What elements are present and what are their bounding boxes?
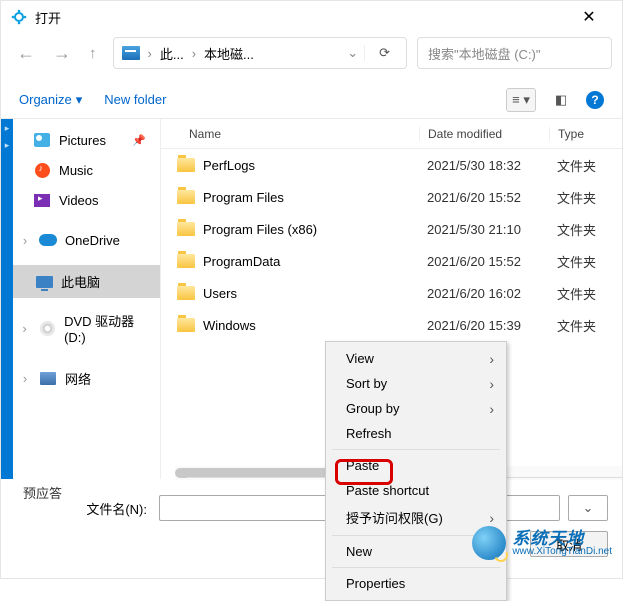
ctx-refresh[interactable]: Refresh	[328, 421, 504, 446]
sidebar-item-music[interactable]: Music	[13, 155, 160, 185]
ctx-group-by[interactable]: Group by	[328, 396, 504, 421]
file-list: PerfLogs2021/5/30 18:32文件夹Program Files2…	[161, 149, 622, 341]
sidebar-item-network[interactable]: 网络	[13, 362, 160, 395]
drive-icon	[122, 46, 140, 60]
folder-icon	[177, 222, 195, 236]
column-date[interactable]: Date modified	[419, 127, 549, 141]
table-row[interactable]: PerfLogs 2021/5/30 18:32文件夹	[161, 149, 622, 181]
file-date: 2021/6/20 15:39	[419, 318, 549, 333]
forward-button[interactable]: →	[53, 43, 71, 64]
toolbar: Organize ▾ New folder ≡ ▾ ◧ ?	[1, 81, 622, 119]
file-type: 文件夹	[549, 220, 622, 239]
table-row[interactable]: Users 2021/6/20 16:02文件夹	[161, 277, 622, 309]
column-name[interactable]: Name	[161, 127, 419, 141]
file-date: 2021/6/20 16:02	[419, 286, 549, 301]
refresh-icon[interactable]: ⟳	[371, 45, 398, 61]
ctx-paste-shortcut[interactable]: Paste shortcut	[328, 478, 504, 503]
folder-icon	[177, 286, 195, 300]
watermark-title: 系统天地	[512, 530, 612, 547]
cloud-icon	[39, 234, 57, 246]
sidebar-item-onedrive[interactable]: OneDrive	[13, 225, 160, 255]
file-name: Users	[203, 286, 237, 301]
breadcrumb[interactable]: › 此... › 本地磁... ⌄ ⟳	[113, 37, 408, 69]
sidebar-item-this-pc[interactable]: 此电脑	[13, 265, 160, 298]
organize-button[interactable]: Organize ▾	[19, 92, 82, 108]
body: ▸▸ Pictures📌 Music Videos OneDrive 此电脑 D…	[1, 119, 622, 479]
navigation-bar: ← → ↑ › 此... › 本地磁... ⌄ ⟳ 搜索"本地磁盘 (C:)"	[1, 33, 622, 81]
breadcrumb-dropdown[interactable]: ⌄	[343, 45, 365, 61]
breadcrumb-part[interactable]: 此...	[160, 44, 184, 63]
dvd-icon	[40, 321, 55, 336]
file-name: Windows	[203, 318, 256, 333]
file-name: Program Files	[203, 190, 284, 205]
ctx-paste[interactable]: Paste	[328, 453, 504, 478]
chevron-right-icon[interactable]: ›	[190, 46, 198, 61]
ctx-properties[interactable]: Properties	[328, 571, 504, 596]
file-type: 文件夹	[549, 284, 622, 303]
sidebar-item-videos[interactable]: Videos	[13, 185, 160, 215]
pin-icon: 📌	[132, 134, 152, 147]
network-icon	[40, 372, 56, 385]
file-type: 文件夹	[549, 316, 622, 335]
view-list-button[interactable]: ≡ ▾	[506, 88, 536, 112]
search-input[interactable]: 搜索"本地磁盘 (C:)"	[417, 37, 612, 69]
globe-icon	[472, 526, 506, 560]
music-icon	[35, 163, 50, 178]
table-row[interactable]: Windows 2021/6/20 15:39文件夹	[161, 309, 622, 341]
table-row[interactable]: Program Files (x86) 2021/5/30 21:10文件夹	[161, 213, 622, 245]
sidebar-item-dvd[interactable]: DVD 驱动器 (D:)	[13, 304, 160, 352]
app-icon	[11, 9, 27, 25]
pictures-icon	[34, 133, 50, 147]
file-type: 文件夹	[549, 188, 622, 207]
column-type[interactable]: Type	[549, 127, 622, 141]
file-type: 文件夹	[549, 156, 622, 175]
folder-icon	[177, 158, 195, 172]
preview-pane-button[interactable]: ◧	[546, 88, 576, 112]
help-button[interactable]: ?	[586, 91, 604, 109]
nav-arrows: ← → ↑	[11, 43, 103, 64]
watermark-url: www.XiTongTianDi.net	[512, 547, 612, 557]
filename-row: 文件名(N): ⌄	[1, 495, 622, 521]
search-placeholder: 搜索"本地磁盘 (C:)"	[428, 44, 541, 63]
folder-icon	[177, 318, 195, 332]
chevron-down-icon: ▾	[76, 92, 83, 108]
separator	[332, 449, 500, 450]
file-date: 2021/5/30 18:32	[419, 158, 549, 173]
sidebar: Pictures📌 Music Videos OneDrive 此电脑 DVD …	[13, 119, 160, 479]
file-name: Program Files (x86)	[203, 222, 317, 237]
sidebar-item-pictures[interactable]: Pictures📌	[13, 125, 160, 155]
context-menu: View Sort by Group by Refresh Paste Past…	[325, 341, 507, 601]
chevron-right-icon[interactable]: ›	[146, 46, 154, 61]
bottom-label: 预应答	[23, 483, 62, 502]
folder-icon	[177, 190, 195, 204]
separator	[332, 567, 500, 568]
window-title: 打开	[35, 8, 566, 27]
file-type: 文件夹	[549, 252, 622, 271]
file-date: 2021/5/30 21:10	[419, 222, 549, 237]
close-button[interactable]: ✕	[566, 1, 612, 33]
new-folder-button[interactable]: New folder	[104, 92, 166, 107]
filetype-dropdown[interactable]: ⌄	[568, 495, 608, 521]
column-headers: Name Date modified Type	[161, 119, 622, 149]
file-name: ProgramData	[203, 254, 280, 269]
titlebar: 打开 ✕	[1, 1, 622, 33]
ctx-sort-by[interactable]: Sort by	[328, 371, 504, 396]
ctx-view[interactable]: View	[328, 346, 504, 371]
breadcrumb-part[interactable]: 本地磁...	[204, 44, 254, 63]
video-icon	[34, 194, 50, 207]
file-name: PerfLogs	[203, 158, 255, 173]
table-row[interactable]: Program Files 2021/6/20 15:52文件夹	[161, 181, 622, 213]
pc-icon	[36, 276, 53, 288]
up-button[interactable]: ↑	[89, 45, 97, 62]
file-date: 2021/6/20 15:52	[419, 190, 549, 205]
back-button[interactable]: ←	[17, 43, 35, 64]
file-date: 2021/6/20 15:52	[419, 254, 549, 269]
table-row[interactable]: ProgramData 2021/6/20 15:52文件夹	[161, 245, 622, 277]
left-edge-strip: ▸▸	[1, 119, 13, 479]
watermark: 系统天地 www.XiTongTianDi.net	[472, 526, 612, 560]
folder-icon	[177, 254, 195, 268]
